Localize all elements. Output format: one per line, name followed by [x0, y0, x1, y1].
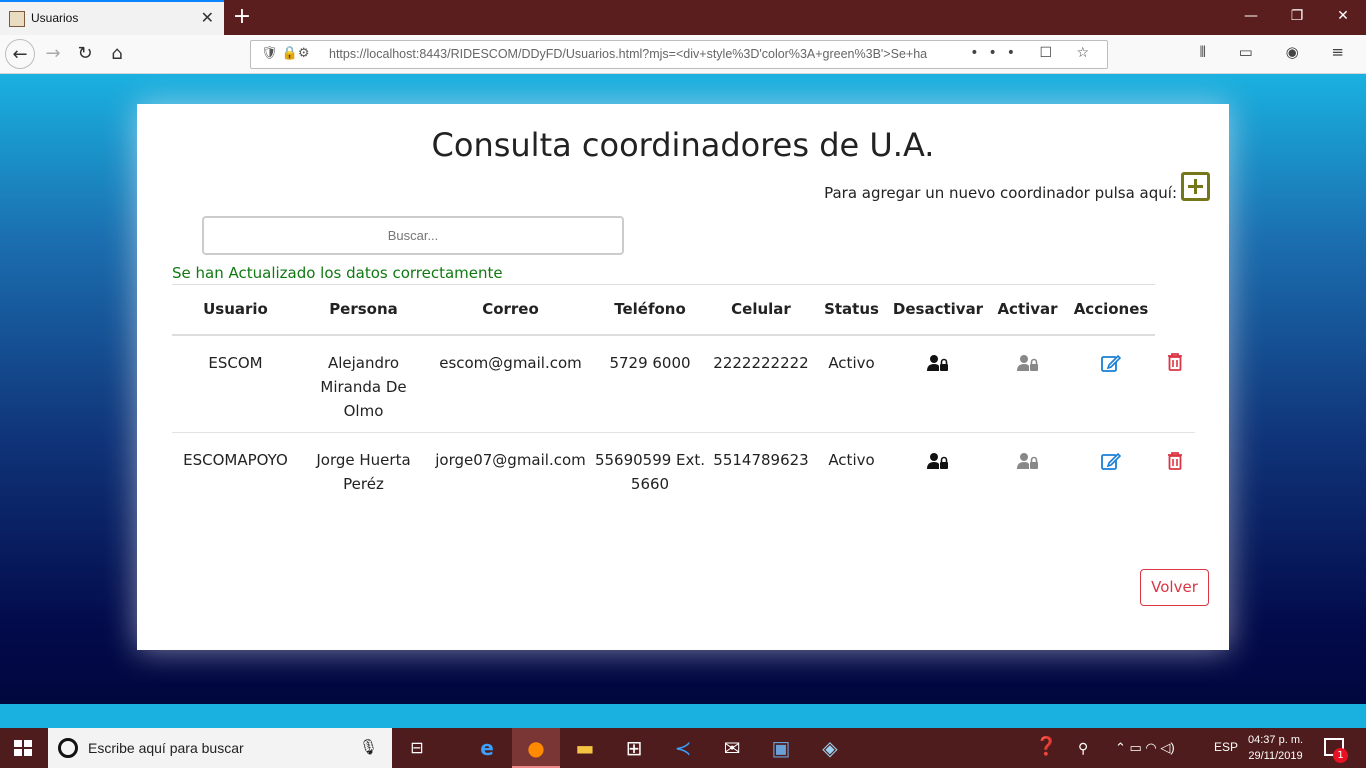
windows-start-icon[interactable]: [14, 740, 32, 756]
content-card: Consulta coordinadores de U.A. Para agre…: [137, 104, 1229, 650]
cell-persona: Alejandro Miranda De Olmo: [299, 334, 428, 433]
clock-date: 29/11/2019: [1248, 750, 1303, 762]
user-lock-icon[interactable]: [1016, 452, 1039, 470]
edit-icon[interactable]: [1101, 452, 1121, 470]
visual-studio-code-icon[interactable]: ≺: [659, 728, 707, 768]
header-telefono: Teléfono: [593, 284, 707, 336]
header-celular: Celular: [707, 284, 815, 336]
cell-celular: 5514789623: [713, 451, 809, 469]
trash-icon[interactable]: [1167, 353, 1183, 371]
reload-icon[interactable]: ↻: [70, 39, 100, 69]
firefox-icon[interactable]: ●: [512, 728, 560, 768]
cell-desactivar: [888, 433, 988, 530]
task-view-icon[interactable]: ⊟: [393, 728, 441, 768]
cell-usuario: ESCOMAPOYO: [183, 451, 288, 469]
header-persona: Persona: [299, 284, 428, 336]
taskbar: Escribe aquí para buscar 🎙 ⊟ e ● ▬ ⊞ ≺ ✉…: [0, 728, 1366, 768]
favicon-icon: [9, 11, 25, 27]
clock-time: 04:37 p. m.: [1248, 734, 1304, 746]
new-tab-button[interactable]: +: [230, 3, 254, 31]
cell-correo: jorge07@gmail.com: [435, 451, 586, 469]
edge-icon[interactable]: e: [463, 728, 511, 768]
cell-desactivar: [888, 334, 988, 433]
browser-titlebar: Usuarios ✕ + — ❐ ✕: [0, 0, 1366, 35]
table-row: ESCOM Alejandro Miranda De Olmo escom@gm…: [172, 334, 1195, 433]
cell-persona: Jorge Huerta Peréz: [316, 451, 411, 493]
cell-delete: [1155, 433, 1195, 530]
page-bottom-stripe: [0, 704, 1366, 728]
cell-delete: [1155, 334, 1195, 433]
cell-correo: escom@gmail.com: [428, 334, 593, 433]
cell-acciones: [1067, 433, 1155, 530]
success-message: Se han Actualizado los datos correctamen…: [172, 264, 503, 282]
url-bar[interactable]: 🛡 🔒⚙ https://localhost:8443/RIDESCOM/DDy…: [250, 40, 1108, 69]
file-explorer-icon[interactable]: ▬: [561, 728, 609, 768]
toolbar-icons[interactable]: ⫴ ▭ ◉ ≡: [1200, 43, 1358, 61]
table-header-row: Usuario Persona Correo Teléfono Celular …: [172, 284, 1195, 336]
microphone-icon[interactable]: 🎙: [359, 738, 378, 756]
clock[interactable]: 04:37 p. m. 29/11/2019: [1248, 732, 1303, 764]
search-input[interactable]: Buscar...: [202, 216, 624, 255]
forward-icon[interactable]: →: [38, 39, 68, 69]
minimize-icon[interactable]: —: [1228, 0, 1274, 35]
database-tool-icon[interactable]: ▣: [757, 728, 805, 768]
notification-badge: 1: [1333, 748, 1348, 763]
header-status: Status: [815, 284, 888, 336]
user-lock-icon[interactable]: [927, 452, 949, 470]
cortana-icon[interactable]: [58, 738, 78, 758]
header-blank: [1155, 285, 1195, 335]
site-security-icon[interactable]: 🛡 🔒⚙: [261, 46, 309, 61]
tab-title: Usuarios: [31, 11, 79, 25]
header-activar: Activar: [988, 284, 1067, 336]
navigation-bar: ← → ↻ ⌂ 🛡 🔒⚙ https://localhost:8443/RIDE…: [0, 35, 1366, 74]
url-actions[interactable]: ••• ☐ ☆: [970, 45, 1099, 61]
table-row: ESCOMAPOYO Jorge Huerta Peréz jorge07@gm…: [172, 433, 1195, 530]
cell-telefono: 55690599 Ext. 5660: [594, 451, 706, 493]
home-icon[interactable]: ⌂: [102, 39, 132, 69]
header-desactivar: Desactivar: [888, 284, 988, 336]
close-tab-icon[interactable]: ✕: [201, 8, 214, 27]
cell-status: Activo: [815, 334, 888, 433]
taskbar-search-text[interactable]: Escribe aquí para buscar: [88, 740, 244, 756]
add-hint-text: Para agregar un nuevo coordinador pulsa …: [824, 184, 1177, 202]
coordinators-table: Usuario Persona Correo Teléfono Celular …: [172, 284, 1195, 530]
cell-activar: [988, 334, 1067, 433]
browser-tab[interactable]: Usuarios ✕: [0, 0, 224, 35]
user-lock-icon[interactable]: [1016, 354, 1039, 372]
cell-acciones: [1067, 334, 1155, 433]
url-text[interactable]: https://localhost:8443/RIDESCOM/DDyFD/Us…: [329, 47, 1009, 61]
mail-icon[interactable]: ✉: [708, 728, 756, 768]
help-icon[interactable]: ❓: [1035, 736, 1057, 757]
restore-icon[interactable]: ❐: [1274, 0, 1320, 35]
add-coordinator-button[interactable]: [1181, 172, 1210, 201]
page-title: Consulta coordinadores de U.A.: [431, 126, 935, 164]
taskbar-search[interactable]: Escribe aquí para buscar 🎙: [48, 728, 392, 768]
people-icon[interactable]: ⚲: [1078, 740, 1088, 757]
user-lock-icon[interactable]: [927, 354, 949, 372]
edit-icon[interactable]: [1101, 354, 1121, 372]
cell-telefono: 5729 6000: [593, 334, 707, 433]
tray-icons[interactable]: ⌃ ▭ ◠ ◁): [1115, 740, 1175, 756]
header-usuario: Usuario: [172, 284, 299, 336]
language-indicator[interactable]: ESP: [1214, 740, 1238, 754]
cell-activar: [988, 433, 1067, 530]
cell-celular: 2222222222: [707, 334, 815, 433]
close-window-icon[interactable]: ✕: [1320, 0, 1366, 35]
header-acciones: Acciones: [1067, 284, 1155, 336]
trash-icon[interactable]: [1167, 451, 1183, 470]
store-icon[interactable]: ⊞: [610, 728, 658, 768]
volver-button[interactable]: Volver: [1140, 569, 1209, 606]
cell-status: Activo: [828, 451, 875, 469]
cell-usuario: ESCOM: [172, 334, 299, 433]
back-icon[interactable]: ←: [5, 39, 35, 69]
virtualbox-icon[interactable]: ◈: [806, 728, 854, 768]
header-correo: Correo: [428, 284, 593, 336]
